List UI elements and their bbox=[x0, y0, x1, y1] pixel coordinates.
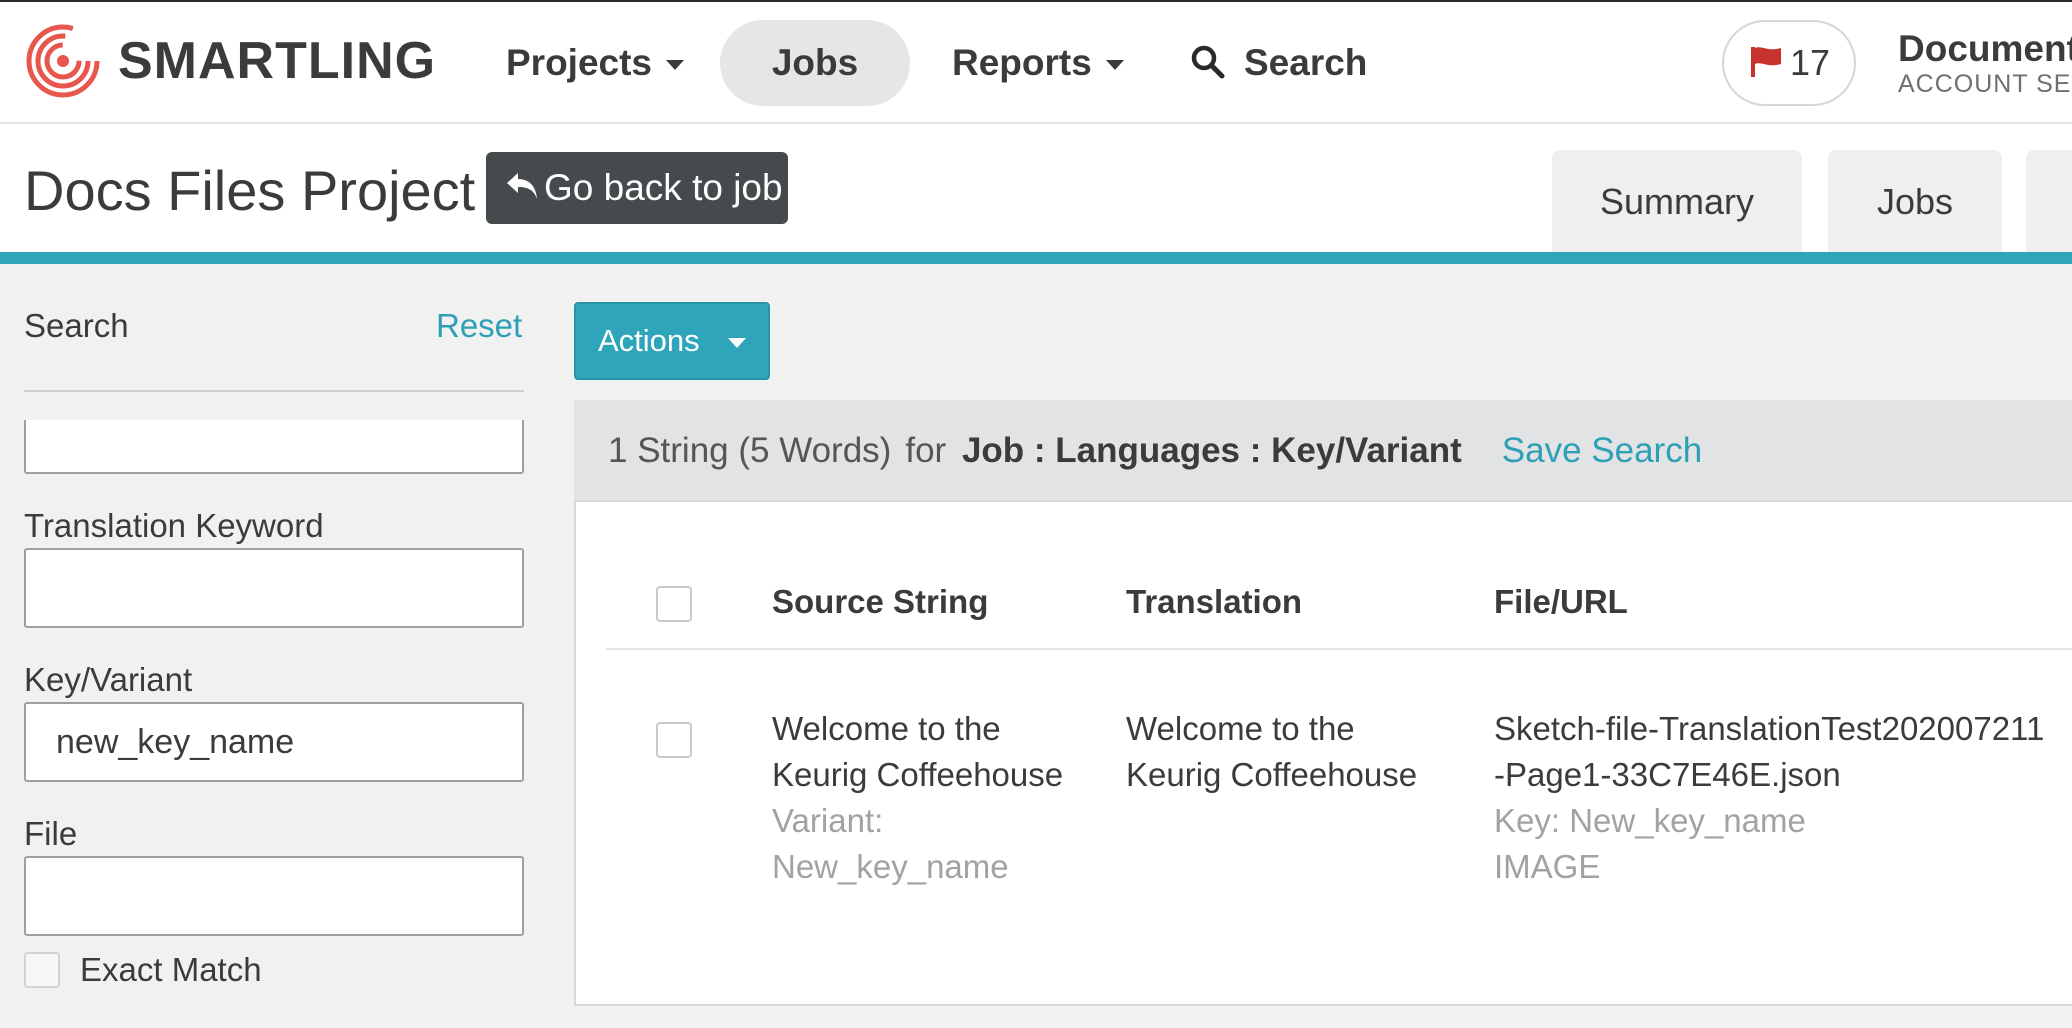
variant-text: Variant: New_key_name bbox=[772, 802, 1009, 885]
results-for-label: for bbox=[905, 431, 947, 470]
sidebar-divider bbox=[24, 390, 524, 392]
account-settings-link[interactable]: ACCOUNT SETTINGS bbox=[1898, 68, 2072, 100]
flag-icon bbox=[1750, 47, 1781, 78]
translation-keyword-label: Translation Keyword bbox=[24, 507, 324, 544]
nav-reports-menu[interactable]: Reports bbox=[952, 20, 1124, 106]
page-title: Docs Files Project bbox=[24, 159, 476, 222]
results-count: 1 String (5 Words) bbox=[608, 431, 892, 470]
back-arrow-icon bbox=[507, 173, 537, 200]
source-string-text: Welcome to the Keurig Coffeehouse bbox=[772, 710, 1064, 793]
reset-link[interactable]: Reset bbox=[436, 306, 522, 346]
flag-count: 17 bbox=[1789, 42, 1831, 83]
go-back-to-job-label: Go back to job bbox=[544, 167, 783, 208]
smartling-logo-icon[interactable] bbox=[24, 22, 102, 100]
search-icon bbox=[1191, 45, 1225, 79]
row-checkbox[interactable] bbox=[656, 722, 692, 758]
exact-match-checkbox[interactable] bbox=[24, 952, 60, 988]
nav-search-label: Search bbox=[1244, 42, 1368, 83]
key-variant-input[interactable]: new_key_name bbox=[24, 702, 524, 782]
file-input[interactable] bbox=[24, 856, 524, 936]
actions-dropdown-button[interactable]: Actions bbox=[574, 302, 770, 380]
column-header-translation[interactable]: Translation bbox=[1126, 582, 1302, 622]
tab-more[interactable] bbox=[2026, 150, 2072, 252]
project-header: Docs Files Project Go back to job Summar… bbox=[0, 124, 2072, 252]
partial-search-field[interactable] bbox=[24, 420, 524, 474]
save-search-link[interactable]: Save Search bbox=[1502, 431, 1702, 470]
exact-match-label: Exact Match bbox=[80, 951, 262, 988]
issues-flag-button[interactable]: 17 bbox=[1722, 20, 1856, 106]
chevron-down-icon bbox=[1105, 60, 1124, 71]
chevron-down-icon bbox=[666, 60, 685, 71]
file-name-text: Sketch-file-TranslationTest202007211-Pag… bbox=[1494, 710, 2045, 793]
top-navigation: SMARTLING Projects Jobs Reports Search 1… bbox=[0, 0, 2072, 124]
results-filter-path: Job : Languages : Key/Variant bbox=[961, 431, 1462, 470]
nav-projects-menu[interactable]: Projects bbox=[506, 20, 685, 106]
key-variant-label: Key/Variant bbox=[24, 661, 193, 698]
brand-name[interactable]: SMARTLING bbox=[118, 30, 436, 92]
results-summary-bar: 1 String (5 Words) for Job : Languages : … bbox=[574, 400, 2072, 502]
source-string-cell[interactable]: Welcome to the Keurig Coffeehouse Varian… bbox=[772, 706, 1072, 890]
translation-cell[interactable]: Welcome to the Keurig Coffeehouse bbox=[1126, 706, 1456, 798]
nav-projects-label: Projects bbox=[506, 42, 653, 83]
nav-jobs-tab[interactable]: Jobs bbox=[720, 20, 910, 106]
tab-summary[interactable]: Summary bbox=[1552, 150, 1802, 252]
column-header-source-string[interactable]: Source String bbox=[772, 582, 988, 622]
table-header-divider bbox=[606, 648, 2072, 650]
translation-text: Welcome to the Keurig Coffeehouse bbox=[1126, 710, 1418, 793]
file-label: File bbox=[24, 815, 78, 852]
tab-jobs[interactable]: Jobs bbox=[1828, 150, 2002, 252]
actions-label: Actions bbox=[598, 323, 700, 358]
key-text: Key: New_key_name bbox=[1494, 802, 1806, 839]
go-back-to-job-button[interactable]: Go back to job bbox=[486, 152, 788, 224]
file-url-cell[interactable]: Sketch-file-TranslationTest202007211-Pag… bbox=[1494, 706, 2054, 890]
select-all-checkbox[interactable] bbox=[656, 586, 692, 622]
accent-divider bbox=[0, 252, 2072, 264]
nav-reports-label: Reports bbox=[952, 42, 1092, 83]
chevron-down-icon bbox=[728, 338, 746, 348]
account-name[interactable]: Documentation bbox=[1898, 26, 2072, 72]
translation-keyword-input[interactable] bbox=[24, 548, 524, 628]
nav-search-link[interactable]: Search bbox=[1190, 20, 1367, 106]
content-type-text: IMAGE bbox=[1494, 848, 1601, 885]
column-header-file-url[interactable]: File/URL bbox=[1494, 582, 1628, 622]
sidebar-title: Search bbox=[24, 307, 129, 344]
